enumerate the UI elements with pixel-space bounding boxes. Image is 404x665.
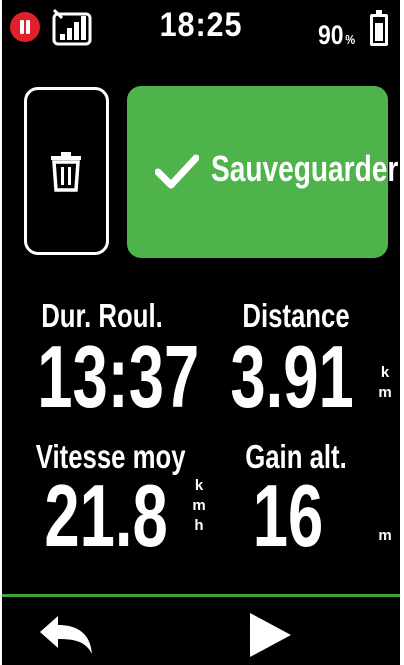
nav-divider bbox=[2, 594, 400, 597]
battery-icon bbox=[370, 10, 388, 46]
ride-time-value: 13:37 bbox=[37, 327, 200, 426]
device-screen: 18:25 90% Sauveguarder Dur. Roul. 13:37 … bbox=[2, 0, 400, 665]
avg-speed-unit-char: m bbox=[192, 497, 206, 514]
play-icon[interactable] bbox=[246, 610, 294, 660]
elevation-gain-unit: m bbox=[378, 527, 392, 544]
avg-speed-unit-char: k bbox=[194, 477, 204, 494]
delete-button[interactable] bbox=[24, 87, 109, 255]
save-label: Sauveguarder bbox=[211, 148, 399, 189]
trash-icon bbox=[51, 152, 81, 192]
avg-speed-unit-char: h bbox=[194, 517, 204, 534]
back-arrow-icon[interactable] bbox=[38, 612, 94, 656]
avg-speed-unit: k m h bbox=[192, 476, 206, 536]
status-bar: 18:25 90% bbox=[2, 0, 400, 58]
battery-percent-value: 90 bbox=[318, 20, 344, 50]
battery-percent: 90% bbox=[318, 20, 355, 51]
distance-value: 3.91 bbox=[230, 327, 354, 426]
avg-speed-value: 21.8 bbox=[44, 466, 168, 565]
distance-unit-char: m bbox=[378, 384, 392, 401]
check-icon bbox=[155, 154, 199, 189]
battery-percent-unit: % bbox=[345, 32, 356, 47]
save-button[interactable]: Sauveguarder bbox=[127, 86, 398, 258]
elevation-gain-value: 16 bbox=[252, 466, 324, 565]
distance-unit-char: k bbox=[380, 364, 390, 381]
distance-unit: k m bbox=[378, 363, 392, 403]
